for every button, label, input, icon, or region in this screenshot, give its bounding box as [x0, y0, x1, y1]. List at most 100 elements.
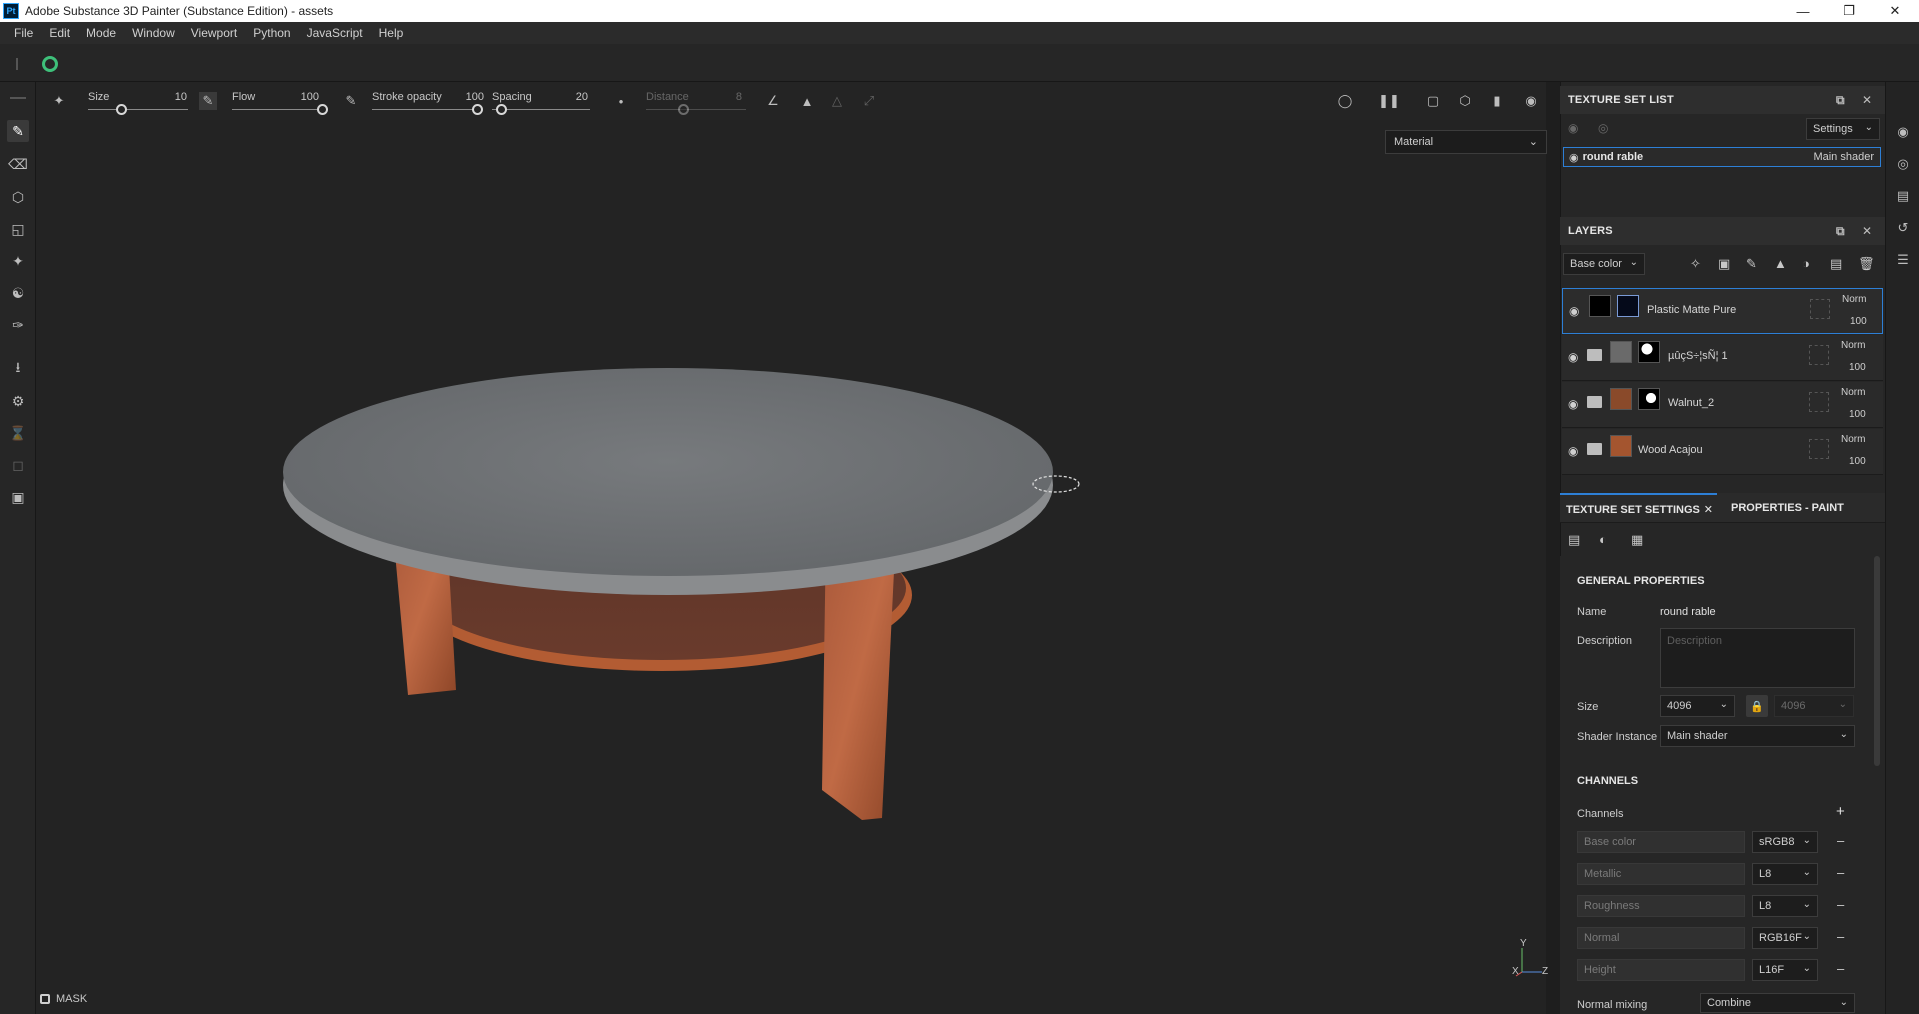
screenshot-icon[interactable]: ▣ [7, 486, 29, 508]
distance-slider-track[interactable] [646, 109, 746, 110]
blend-mode[interactable]: Norm [1841, 387, 1865, 398]
add-effect-icon[interactable]: ✧ [1690, 256, 1701, 272]
layer-opacity[interactable]: 100 [1850, 316, 1867, 327]
pause-icon[interactable]: ❚❚ [1378, 92, 1400, 110]
stroke-pen-icon[interactable]: ✎ [342, 92, 360, 110]
symmetry-axis-icon[interactable]: △ [828, 92, 846, 110]
layer-row[interactable]: ◉ Plastic Matte Pure Norm 100 [1562, 288, 1883, 334]
angle-icon[interactable]: ∠ [764, 92, 782, 110]
remove-channel-icon[interactable]: – [1837, 833, 1844, 848]
eye-hidden-icon[interactable]: ◉ [1568, 121, 1578, 135]
timer-icon[interactable]: ⌛ [7, 422, 29, 444]
name-value[interactable]: round rable [1660, 606, 1716, 618]
pen-pressure-icon[interactable]: ✎ [199, 92, 217, 110]
eye-icon[interactable]: ◉ [1568, 397, 1578, 411]
undock-icon[interactable]: ⧉ [1836, 224, 1845, 239]
stroke-opacity-slider-track[interactable] [372, 109, 482, 110]
camera-video-icon[interactable]: ▮ [1488, 92, 1506, 110]
layer-effect-slot[interactable] [1809, 345, 1829, 365]
channel-format-dropdown[interactable]: L16F ⌄ [1752, 959, 1818, 981]
add-channel-icon[interactable]: + [1836, 803, 1845, 820]
layer-effect-slot[interactable] [1810, 299, 1830, 319]
remove-channel-icon[interactable]: – [1837, 929, 1844, 944]
texture-set-shader[interactable]: Main shader [1813, 151, 1874, 163]
brush-preset-icon[interactable]: ✦ [50, 92, 68, 110]
log-icon[interactable]: ☰ [1895, 252, 1911, 268]
settings-gear-icon[interactable]: ⚙ [7, 390, 29, 412]
projection-cube-icon[interactable]: ⬡ [7, 186, 29, 208]
remove-channel-icon[interactable]: – [1837, 897, 1844, 912]
description-field[interactable]: Description [1660, 628, 1855, 688]
symmetry-icon[interactable]: ▲ [798, 92, 816, 110]
channel-format-dropdown[interactable]: RGB16F ⌄ [1752, 927, 1818, 949]
stroke-opacity-value[interactable]: 100 [458, 91, 484, 103]
menu-python[interactable]: Python [245, 26, 298, 40]
paint-brush-icon[interactable]: ✎ [7, 120, 29, 142]
camera-icon[interactable]: ◉ [1522, 92, 1540, 110]
3d-viewport[interactable] [36, 120, 1546, 1014]
mask-thumbnail[interactable] [1638, 388, 1660, 410]
blend-mode[interactable]: Norm [1841, 340, 1865, 351]
spacing-slider-knob[interactable] [496, 104, 507, 115]
channel-format-dropdown[interactable]: L8 ⌄ [1752, 895, 1818, 917]
size-value[interactable]: 10 [161, 91, 187, 103]
texture-set-item[interactable]: ◉ round rable Main shader [1563, 147, 1881, 167]
remove-channel-icon[interactable]: – [1837, 865, 1844, 880]
menu-mode[interactable]: Mode [78, 26, 124, 40]
viewport-mode-select[interactable]: Material ⌄ [1385, 130, 1547, 154]
smudge-icon[interactable]: ✦ [7, 250, 29, 272]
close-icon[interactable]: ✕ [1862, 224, 1872, 238]
texture-set-icon[interactable]: ▤ [1568, 532, 1580, 548]
menu-help[interactable]: Help [371, 26, 412, 40]
lazy-mouse-icon[interactable]: • [612, 92, 630, 110]
color-picker-icon[interactable]: ✑ [7, 314, 29, 336]
flow-value[interactable]: 100 [293, 91, 319, 103]
mask-toggle[interactable]: MASK [40, 993, 87, 1005]
layer-effect-slot[interactable] [1809, 392, 1829, 412]
add-fill-layer-icon[interactable]: ▲ [1774, 256, 1787, 271]
menu-window[interactable]: Window [124, 26, 183, 40]
close-icon[interactable]: ✕ [1704, 503, 1713, 516]
add-folder-icon[interactable]: ▤ [1830, 256, 1842, 272]
eye-icon[interactable]: ◉ [1569, 304, 1579, 318]
eye-icon[interactable]: ◉ [1568, 350, 1578, 364]
spacing-value[interactable]: 20 [562, 91, 588, 103]
eye-icon[interactable]: ◉ [1568, 444, 1578, 458]
size-dropdown[interactable]: 4096 ⌄ [1660, 695, 1735, 717]
hide-icon[interactable]: ◯ [1336, 92, 1354, 110]
material-sphere-icon[interactable]: ◐ [1599, 532, 1607, 547]
size-slider-track[interactable] [88, 109, 188, 110]
flow-slider-track[interactable] [232, 109, 322, 110]
mask-thumbnail[interactable] [1638, 341, 1660, 363]
channel-format-dropdown[interactable]: sRGB8 ⌄ [1752, 831, 1818, 853]
bake-export-icon[interactable]: ⭳ [7, 358, 29, 380]
mask-thumbnail[interactable] [1617, 295, 1639, 317]
minimize-icon[interactable]: — [1780, 0, 1826, 22]
symmetry-transform-icon[interactable]: ⤢ [860, 92, 878, 110]
eye-icon[interactable]: ◉ [1569, 151, 1579, 164]
scrollbar[interactable] [1874, 556, 1880, 766]
menu-file[interactable]: File [6, 26, 41, 40]
tab-texture-set-settings[interactable]: TEXTURE SET SETTINGS ✕ [1560, 493, 1717, 523]
tab-properties-paint[interactable]: PROPERTIES - PAINT [1731, 493, 1844, 523]
camera-icon[interactable]: ◉ [1895, 124, 1911, 140]
layer-channel-dropdown[interactable]: Base color ⌄ [1563, 253, 1645, 275]
transform-icon[interactable]: ◻ [7, 454, 29, 476]
polygon-fill-icon[interactable]: ◱ [7, 218, 29, 240]
size-slider-knob[interactable] [116, 104, 127, 115]
shader-instance-dropdown[interactable]: Main shader ⌄ [1660, 725, 1855, 747]
layer-row[interactable]: ◉ µûçS÷¦sÑ¦ 1 Norm 100 [1562, 335, 1883, 381]
channel-format-dropdown[interactable]: L8 ⌄ [1752, 863, 1818, 885]
size-height-dropdown[interactable]: 4096 ⌄ [1774, 695, 1854, 717]
view-2d-icon[interactable]: ▢ [1424, 92, 1442, 110]
menu-viewport[interactable]: Viewport [183, 26, 245, 40]
remove-channel-icon[interactable]: – [1837, 961, 1844, 976]
layer-row[interactable]: ◉ Wood Acajou Norm 100 [1562, 429, 1883, 475]
add-smart-material-icon[interactable]: ◑ [1802, 256, 1810, 271]
undock-icon[interactable]: ⧉ [1836, 93, 1845, 108]
eye-solo-icon[interactable]: ◎ [1598, 121, 1608, 135]
menu-edit[interactable]: Edit [41, 26, 78, 40]
blend-mode[interactable]: Norm [1842, 294, 1866, 305]
close-icon[interactable]: ✕ [1862, 93, 1872, 107]
normal-mixing-dropdown[interactable]: Combine ⌄ [1700, 993, 1855, 1013]
